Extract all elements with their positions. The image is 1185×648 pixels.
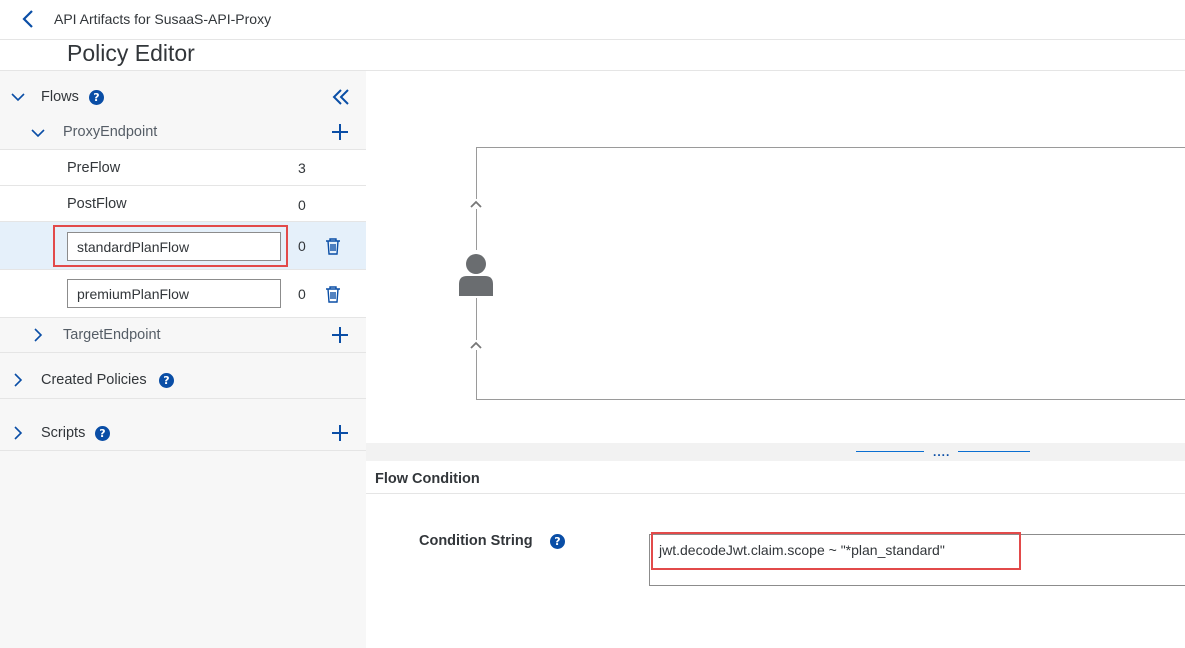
splitter-line (958, 451, 1030, 452)
chevron-down-icon[interactable] (11, 90, 25, 104)
scripts-row[interactable]: Scripts ? (0, 399, 366, 451)
trash-icon[interactable] (324, 285, 342, 303)
top-bar: API Artifacts for SusaaS-API-Proxy (0, 0, 1185, 40)
back-arrow-icon[interactable] (18, 8, 40, 30)
flow-policy-count: 3 (298, 160, 306, 176)
panel-splitter[interactable]: .... (366, 443, 1185, 461)
flow-name: PreFlow (67, 160, 121, 176)
up-arrow-icon (469, 340, 483, 350)
page-title-bar: Policy Editor (0, 40, 1185, 71)
up-arrow-icon (469, 199, 483, 209)
flow-policy-count: 0 (298, 197, 306, 213)
flow-row-standard-plan[interactable]: 0 (0, 222, 366, 270)
chevron-right-icon[interactable] (31, 328, 45, 342)
proxy-endpoint-row[interactable]: ProxyEndpoint (0, 115, 366, 150)
scripts-label: Scripts (41, 425, 86, 441)
flow-condition-header: Flow Condition (366, 461, 1185, 494)
plus-icon[interactable] (331, 424, 349, 442)
flow-policy-count: 0 (298, 286, 306, 302)
breadcrumb-title: API Artifacts for SusaaS-API-Proxy (54, 11, 272, 27)
flow-condition-title: Flow Condition (375, 471, 480, 487)
help-icon[interactable]: ? (95, 426, 110, 441)
flow-row-premium-plan[interactable]: 0 (0, 270, 366, 318)
flow-row-postflow[interactable]: PostFlow 0 (0, 186, 366, 222)
collapse-double-chevron-icon[interactable] (331, 88, 351, 106)
plus-icon[interactable] (331, 326, 349, 344)
add-flow-plus-icon[interactable] (331, 123, 349, 141)
splitter-grip[interactable]: .... (933, 445, 950, 459)
target-endpoint-label: TargetEndpoint (63, 327, 161, 343)
chevron-down-icon[interactable] (31, 126, 45, 140)
chevron-right-icon[interactable] (11, 373, 25, 387)
trash-icon[interactable] (324, 237, 342, 255)
flow-name: PostFlow (67, 196, 127, 212)
help-icon[interactable]: ? (159, 373, 174, 388)
help-icon[interactable]: ? (89, 90, 104, 105)
condition-string-label: Condition String (419, 533, 533, 549)
page-title: Policy Editor (67, 40, 195, 66)
flow-name-input[interactable] (67, 279, 281, 308)
flows-label: Flows (41, 89, 79, 105)
condition-string-field[interactable]: jwt.decodeJwt.claim.scope ~ "*plan_stand… (649, 534, 1185, 586)
flow-policy-count: 0 (298, 238, 306, 254)
flows-section-header[interactable]: Flows ? (0, 79, 366, 115)
chevron-right-icon[interactable] (11, 426, 25, 440)
created-policies-row[interactable]: Created Policies ? (0, 353, 366, 399)
splitter-line (856, 451, 924, 452)
target-endpoint-row[interactable]: TargetEndpoint (0, 318, 366, 353)
flow-name-input[interactable] (67, 232, 281, 261)
flow-diagram-frame (476, 147, 1185, 400)
help-icon[interactable]: ? (550, 534, 565, 549)
flow-row-preflow[interactable]: PreFlow 3 (0, 150, 366, 186)
created-policies-label: Created Policies (41, 372, 147, 388)
person-icon (458, 250, 494, 298)
proxy-endpoint-label: ProxyEndpoint (63, 124, 158, 140)
